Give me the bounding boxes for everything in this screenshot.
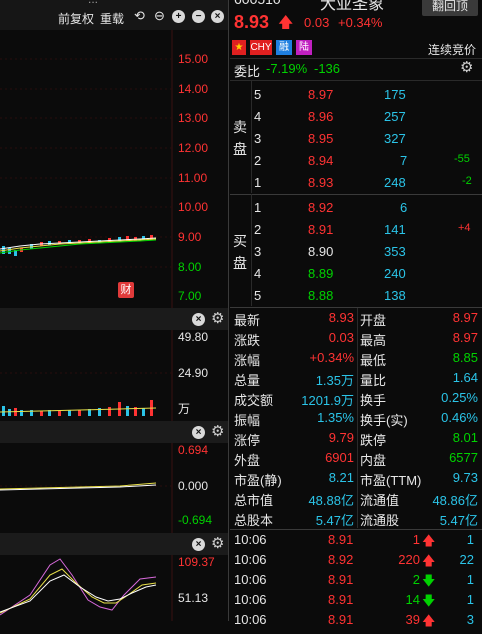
- toolbar-title: ...: [88, 0, 98, 6]
- back-to-top-button[interactable]: 翻回顶: [422, 0, 478, 16]
- buy-row[interactable]: 3 8.90 353: [230, 240, 482, 262]
- sell-row[interactable]: 4 8.96 257: [230, 105, 482, 127]
- china-flag-icon: ★: [232, 40, 246, 55]
- volume-axis-label: 24.90: [178, 366, 209, 380]
- stock-code: 600510: [234, 0, 281, 7]
- gear-icon[interactable]: ⚙: [211, 311, 224, 326]
- rong-tag: 融: [276, 40, 292, 55]
- volume-chart[interactable]: 49.80 24.90 万: [0, 330, 228, 422]
- zoom-out-icon[interactable]: −: [192, 10, 205, 23]
- stats-row: 最新 8.93 开盘 8.97: [234, 310, 478, 328]
- weibi-value: -136: [314, 61, 341, 76]
- price-axis-label: 14.00: [178, 82, 209, 96]
- lu-tag: 陆: [296, 40, 312, 55]
- stats-row: 涨停 9.79 跌停 8.01: [234, 430, 478, 448]
- sell-row[interactable]: 3 8.95 327: [230, 127, 482, 149]
- tick-row: 10:06 8.91 39 🡅 3: [230, 610, 482, 630]
- price-chart[interactable]: 15.00 14.00 13.00 12.00 11.00 10.00 9.00…: [0, 30, 228, 308]
- macd-chart[interactable]: 0.694 0.000 -0.694: [0, 443, 228, 533]
- stats-row: 市盈(静) 8.21 市盈(TTM) 9.73: [234, 470, 478, 488]
- macd-panel-header: × ⚙: [0, 421, 228, 443]
- kdj-axis-label: 51.13: [178, 591, 209, 605]
- price-change-pct: +0.34%: [338, 15, 383, 30]
- last-price: 8.93: [234, 12, 270, 32]
- price-axis-label: 8.00: [178, 260, 202, 274]
- tick-row: 10:06 8.91 2 🡇 1: [230, 570, 482, 590]
- chy-tag: CHY: [250, 40, 272, 55]
- stats-row: 振幅 1.35% 换手(实) 0.46%: [234, 410, 478, 428]
- kdj-panel-header: × ⚙: [0, 533, 228, 555]
- tick-row: 10:06 8.92 220 🡅 22: [230, 550, 482, 570]
- volume-axis-label: 49.80: [178, 330, 209, 344]
- up-arrow-icon: 🡅: [422, 613, 436, 628]
- sell-row[interactable]: 2 8.94 7 -55: [230, 149, 482, 171]
- macd-axis-label: -0.694: [178, 513, 213, 527]
- volume-unit-label: 万: [178, 402, 191, 416]
- price-axis-label: 15.00: [178, 52, 209, 66]
- overlay-button[interactable]: 重载: [100, 10, 124, 27]
- weibi-pct: -7.19%: [266, 61, 308, 76]
- quote-header: 600510 大亚圣象 8.93 🡅 0.03 +0.34% 翻回顶: [230, 0, 482, 38]
- sell-row[interactable]: 1 8.93 248 -2: [230, 171, 482, 193]
- macd-axis-label: 0.694: [178, 443, 209, 457]
- tick-row: 10:06 8.91 1 🡅 1: [230, 530, 482, 550]
- gear-icon[interactable]: ⚙: [211, 536, 224, 551]
- price-axis-label: 12.00: [178, 141, 209, 155]
- zoom-in-icon[interactable]: +: [172, 10, 185, 23]
- close-icon[interactable]: ×: [192, 313, 205, 326]
- price-change: 0.03: [304, 15, 330, 30]
- fuquan-button[interactable]: 前复权: [58, 10, 94, 27]
- tick-row: 10:06 8.91 14 🡇 1: [230, 590, 482, 610]
- finance-badge[interactable]: 财: [118, 282, 134, 298]
- kdj-axis-label: 109.37: [178, 555, 215, 569]
- buy-row[interactable]: 1 8.92 6: [230, 196, 482, 218]
- close-icon[interactable]: ×: [211, 10, 224, 23]
- chart-toolbar: ... 前复权 重载 ⟲ ⊖ + − ×: [0, 0, 228, 30]
- stats-row: 总股本 5.47亿 流通股 5.47亿: [234, 513, 478, 528]
- stats-row: 总量 1.35万 量比 1.64: [234, 370, 478, 388]
- gear-icon[interactable]: ⚙: [211, 424, 224, 439]
- volume-panel-header: × ⚙: [0, 308, 228, 330]
- auction-status: 连续竞价: [428, 43, 477, 57]
- weibi-row: 委比 -7.19% -136 ⚙: [230, 58, 482, 80]
- stats-row: 外盘 6901 内盘 6577: [234, 450, 478, 468]
- macd-axis-label: 0.000: [178, 479, 209, 493]
- stats-row: 涨幅 +0.34% 最低 8.85: [234, 350, 478, 368]
- close-icon[interactable]: ×: [192, 538, 205, 551]
- price-axis-label: 9.00: [178, 230, 202, 244]
- price-axis-label: 13.00: [178, 111, 209, 125]
- kdj-chart[interactable]: 109.37 51.13: [0, 555, 228, 621]
- sell-row[interactable]: 5 8.97 175: [230, 83, 482, 105]
- tag-row: ★ CHY 融 陆 连续竞价: [230, 38, 482, 58]
- price-axis-label: 11.00: [178, 171, 208, 185]
- buy-row[interactable]: 5 8.88 138: [230, 284, 482, 306]
- price-axis-label: 7.00: [178, 289, 202, 303]
- close-icon[interactable]: ×: [192, 426, 205, 439]
- stock-name: 大亚圣象: [320, 0, 385, 13]
- price-axis-label: 10.00: [178, 200, 209, 214]
- gear-icon[interactable]: ⚙: [460, 60, 473, 75]
- weibi-label: 委比: [234, 64, 261, 79]
- up-arrow-icon: 🡅: [278, 14, 294, 31]
- minus-circle-icon[interactable]: ⊖: [154, 8, 165, 24]
- buy-row[interactable]: 4 8.89 240: [230, 262, 482, 284]
- undo-icon[interactable]: ⟲: [134, 8, 145, 24]
- stats-row: 涨跌 0.03 最高 8.97: [234, 330, 478, 348]
- stats-row: 成交额 1201.9万 换手 0.25%: [234, 390, 478, 408]
- stats-row: 总市值 48.88亿 流通值 48.86亿: [234, 493, 478, 508]
- buy-row[interactable]: 2 8.91 141 +4: [230, 218, 482, 240]
